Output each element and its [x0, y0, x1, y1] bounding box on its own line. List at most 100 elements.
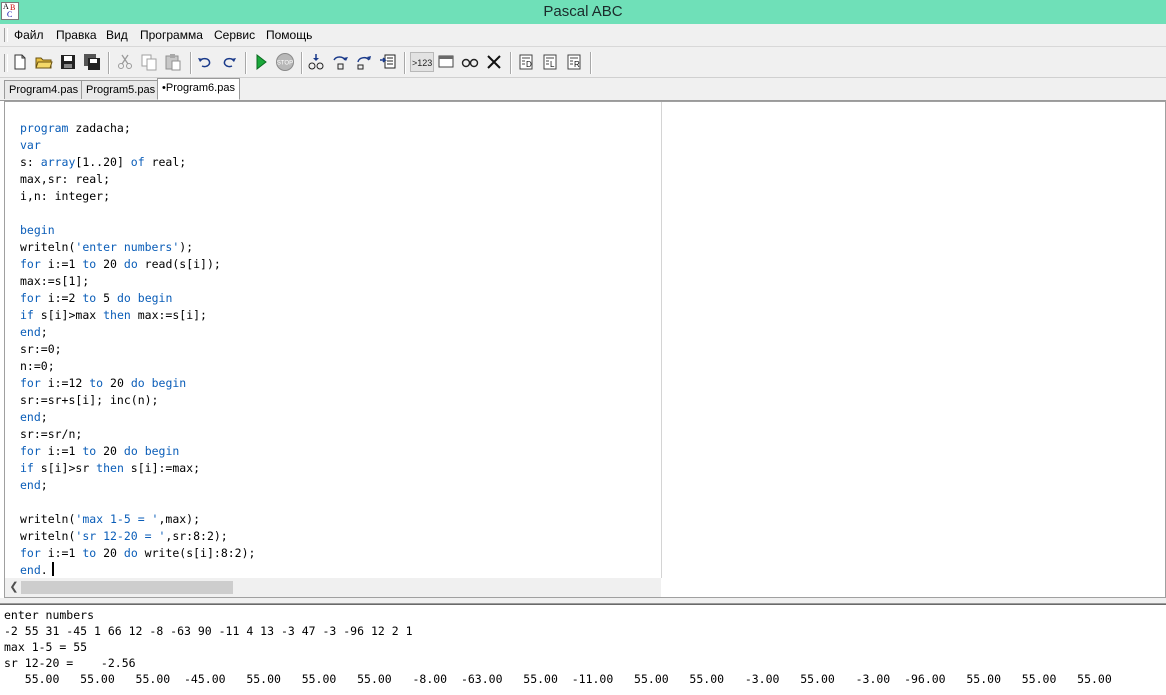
- code-line[interactable]: end;: [20, 409, 255, 426]
- new-file-button[interactable]: [10, 52, 30, 72]
- open-file-button[interactable]: [34, 52, 54, 72]
- code-line[interactable]: for i:=1 to 20 do write(s[i]:8:2);: [20, 545, 255, 562]
- menu-file[interactable]: Файл: [14, 28, 44, 42]
- watch-button[interactable]: [460, 52, 480, 72]
- code-line[interactable]: sr:=sr+s[i]; inc(n);: [20, 392, 255, 409]
- scrollbar-thumb[interactable]: [21, 581, 233, 594]
- menu-service[interactable]: Сервис: [214, 28, 255, 42]
- code-line[interactable]: writeln('max 1-5 = ',max);: [20, 511, 255, 528]
- code-editor[interactable]: program zadacha; var s: array[1..20] of re…: [4, 101, 1166, 598]
- cut-button[interactable]: [115, 52, 135, 72]
- code-line[interactable]: writeln('enter numbers');: [20, 239, 255, 256]
- code-line[interactable]: var: [20, 137, 255, 154]
- tab-program4[interactable]: Program4.pas: [4, 80, 84, 99]
- tab-program5[interactable]: Program5.pas: [81, 80, 161, 99]
- output-window-button[interactable]: [436, 52, 456, 72]
- code-token: s:: [20, 155, 41, 169]
- format-d-button[interactable]: D: [516, 52, 536, 72]
- keyword-token: then: [103, 308, 131, 322]
- close-debug-button[interactable]: [484, 52, 504, 72]
- code-line[interactable]: for i:=1 to 20 do read(s[i]);: [20, 256, 255, 273]
- toolbar-separator: [190, 52, 192, 74]
- redo-icon: [223, 57, 236, 68]
- code-line[interactable]: i,n: integer;: [20, 188, 255, 205]
- output-line: sr 12-20 = -2.56: [4, 656, 136, 670]
- toolbar: STOP >123 D L R: [0, 47, 1166, 78]
- code-line[interactable]: program zadacha;: [20, 120, 255, 137]
- save-all-icon: [84, 54, 100, 70]
- keyword-token: do: [130, 376, 145, 390]
- eval-expression-button[interactable]: >123: [410, 52, 434, 72]
- output-line: -2 55 31 -45 1 66 12 -8 -63 90 -11 4 13 …: [4, 624, 413, 638]
- code-token: 20: [96, 257, 124, 271]
- code-line[interactable]: writeln('sr 12-20 = ',sr:8:2);: [20, 528, 255, 545]
- keyword-token: if: [20, 461, 34, 475]
- code-line[interactable]: end.: [20, 562, 255, 579]
- tab-program6[interactable]: •Program6.pas: [157, 78, 240, 100]
- code-area[interactable]: program zadacha; var s: array[1..20] of re…: [20, 120, 255, 579]
- code-token: writeln(: [20, 529, 76, 543]
- code-line[interactable]: begin: [20, 222, 255, 239]
- code-line[interactable]: if s[i]>max then max:=s[i];: [20, 307, 255, 324]
- paste-button[interactable]: [163, 52, 183, 72]
- run-to-cursor-button[interactable]: [378, 52, 398, 72]
- code-line[interactable]: end;: [20, 324, 255, 341]
- toolbar-separator: [404, 52, 406, 74]
- code-line[interactable]: if s[i]>sr then s[i]:=max;: [20, 460, 255, 477]
- code-line[interactable]: sr:=sr/n;: [20, 426, 255, 443]
- svg-text:L: L: [550, 60, 555, 69]
- code-token: real;: [144, 155, 187, 169]
- menu-help[interactable]: Помощь: [266, 28, 312, 42]
- step-out-button[interactable]: [354, 52, 374, 72]
- step-over-button[interactable]: [330, 52, 350, 72]
- code-line[interactable]: sr:=0;: [20, 341, 255, 358]
- save-button[interactable]: [58, 52, 78, 72]
- code-line[interactable]: for i:=1 to 20 do begin: [20, 443, 255, 460]
- output-panel[interactable]: enter numbers -2 55 31 -45 1 66 12 -8 -6…: [0, 604, 1166, 695]
- code-token: max:=s[i];: [130, 308, 207, 322]
- code-token: );: [179, 240, 194, 254]
- code-line[interactable]: for i:=12 to 20 do begin: [20, 375, 255, 392]
- save-all-button[interactable]: [82, 52, 102, 72]
- run-button[interactable]: [251, 52, 271, 72]
- keyword-token: for: [20, 444, 41, 458]
- code-token: max,sr: real;: [20, 172, 111, 186]
- format-r-icon: R: [567, 54, 581, 70]
- svg-text:>123: >123: [412, 58, 432, 68]
- stop-button[interactable]: STOP: [275, 52, 295, 72]
- code-line[interactable]: end;: [20, 477, 255, 494]
- code-token: n:=0;: [20, 359, 55, 373]
- code-line[interactable]: n:=0;: [20, 358, 255, 375]
- horizontal-scrollbar[interactable]: ❮: [5, 578, 661, 597]
- code-token: ;: [40, 325, 48, 339]
- code-line[interactable]: max,sr: real;: [20, 171, 255, 188]
- keyword-token: do: [116, 291, 131, 305]
- menu-edit[interactable]: Правка: [56, 28, 97, 42]
- keyword-token: begin: [20, 223, 55, 237]
- keyword-token: to: [82, 444, 97, 458]
- step-into-button[interactable]: [306, 52, 326, 72]
- svg-text:D: D: [526, 60, 532, 69]
- scroll-left-arrow-icon[interactable]: ❮: [7, 580, 21, 594]
- code-line[interactable]: s: array[1..20] of real;: [20, 154, 255, 171]
- redo-button[interactable]: [219, 52, 239, 72]
- step-over-icon: [333, 56, 348, 70]
- menu-program[interactable]: Программа: [140, 28, 203, 42]
- menu-view[interactable]: Вид: [106, 28, 128, 42]
- keyword-token: array: [40, 155, 76, 169]
- code-token: 20: [103, 376, 131, 390]
- keyword-token: end: [20, 410, 41, 424]
- undo-button[interactable]: [195, 52, 215, 72]
- code-line[interactable]: [20, 205, 255, 222]
- format-r-button[interactable]: R: [564, 52, 584, 72]
- code-line[interactable]: for i:=2 to 5 do begin: [20, 290, 255, 307]
- keyword-token: do: [123, 444, 138, 458]
- eval-expression-icon: >123: [412, 58, 432, 68]
- code-line[interactable]: [20, 494, 255, 511]
- keyword-token: end: [20, 563, 41, 577]
- copy-button[interactable]: [139, 52, 159, 72]
- toolbar-grip: [4, 54, 8, 72]
- format-l-button[interactable]: L: [540, 52, 560, 72]
- code-line[interactable]: max:=s[1];: [20, 273, 255, 290]
